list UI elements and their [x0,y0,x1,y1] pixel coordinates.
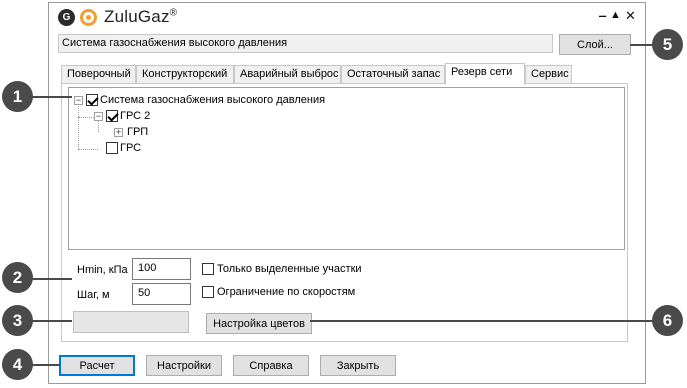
speed-limit-checkbox[interactable] [202,286,214,298]
app-title: ZuluGaz® [104,7,177,27]
progress-bar [73,311,189,333]
callout-leader [32,278,72,280]
tree-item-label: ГРС [120,142,142,154]
app-name: ZuluGaz [104,7,170,26]
app-logo-icon: G [58,9,75,26]
only-selected-label: Только выделенные участки [217,263,362,275]
hmin-label: Hmin, кПа [77,264,128,276]
callout-5: 5 [652,29,683,60]
settings-button[interactable]: Настройки [146,355,222,376]
tab-verification[interactable]: Поверочный [61,65,136,84]
callout-1: 1 [2,81,33,112]
tab-emergency-release[interactable]: Аварийный выброс [234,65,341,84]
collapse-icon[interactable]: − [94,112,103,121]
network-tree[interactable]: − Система газоснабжения высокого давлени… [68,87,625,250]
root-checkbox[interactable] [86,94,98,106]
tab-residual-reserve[interactable]: Остаточный запас [341,65,445,84]
tab-design[interactable]: Конструкторский [136,65,234,84]
trademark-sign: ® [169,7,178,19]
callout-leader [32,320,72,322]
speed-limit-label: Ограничение по скоростям [217,286,356,298]
grs-checkbox[interactable] [106,142,118,154]
maximize-icon[interactable]: ▲ [610,9,621,21]
only-selected-checkbox[interactable] [202,263,214,275]
tab-service[interactable]: Сервис [525,65,572,84]
step-label: Шаг, м [77,289,110,301]
tree-item-label: ГРС 2 [120,110,151,122]
tree-item-grp[interactable]: + ГРП [109,125,309,141]
zulu-logo-icon [80,9,97,26]
callout-3: 3 [2,305,33,336]
callout-leader [310,320,655,322]
collapse-icon[interactable]: − [74,96,83,105]
step-input[interactable]: 50 [132,283,191,305]
layer-button[interactable]: Слой... [559,34,631,55]
tree-item-grs2[interactable]: − ГРС 2 [89,109,289,125]
callout-leader [32,96,72,98]
grs2-checkbox[interactable] [106,110,118,122]
tree-item-grs[interactable]: ГРС [89,141,289,157]
minimize-icon[interactable]: ‒ [599,8,606,23]
calculate-button[interactable]: Расчет [59,355,135,376]
title-bar: G ZuluGaz® ‒ ▲ ✕ [49,3,645,33]
network-path-field[interactable]: Система газоснабжения высокого давления [58,34,553,53]
network-reserve-panel: − Система газоснабжения высокого давлени… [61,83,628,342]
callout-6: 6 [652,305,683,336]
tree-item-label: ГРП [127,126,149,138]
callout-4: 4 [2,349,33,380]
tree-item-root[interactable]: − Система газоснабжения высокого давлени… [69,93,469,109]
close-icon[interactable]: ✕ [625,8,636,24]
callout-2: 2 [2,262,33,293]
hmin-input[interactable]: 100 [132,258,191,280]
callout-leader [32,364,60,366]
tab-network-reserve[interactable]: Резерв сети [445,63,525,85]
tree-item-label: Система газоснабжения высокого давления [100,94,326,106]
help-button[interactable]: Справка [233,355,309,376]
close-button[interactable]: Закрыть [320,355,396,376]
color-settings-button[interactable]: Настройка цветов [206,313,312,334]
expand-icon[interactable]: + [114,128,123,137]
zulugaz-window: G ZuluGaz® ‒ ▲ ✕ Система газоснабжения в… [48,2,646,384]
